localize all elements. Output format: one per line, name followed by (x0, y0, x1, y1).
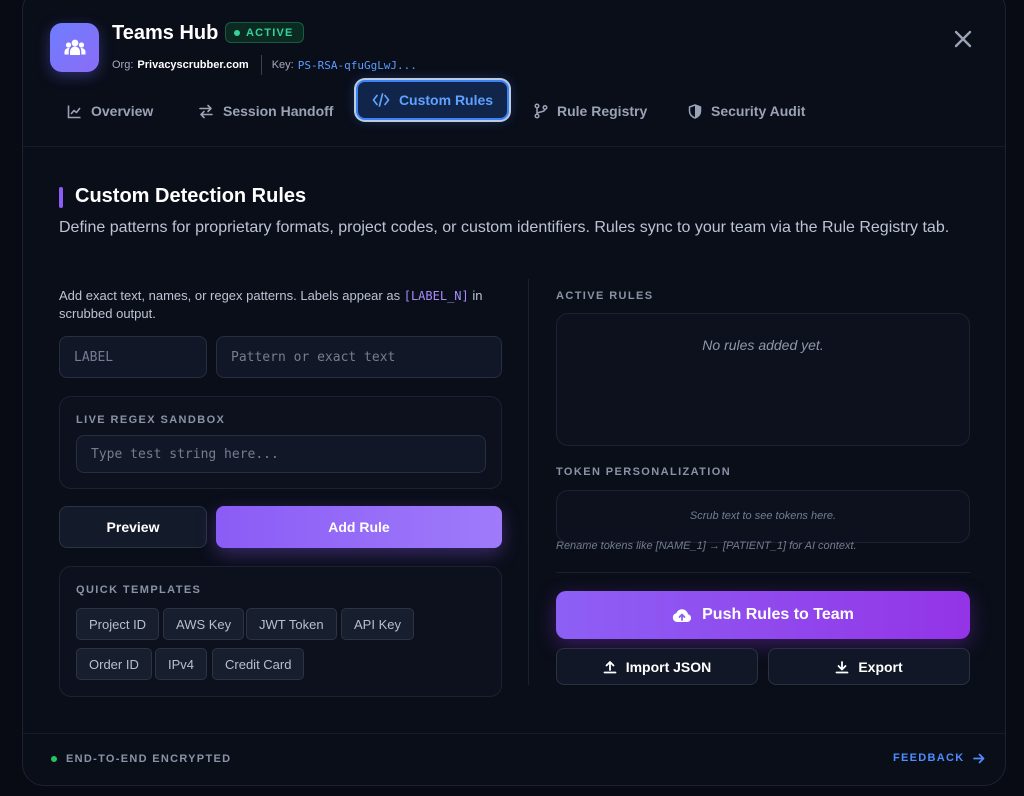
close-button[interactable] (951, 27, 975, 51)
preview-button[interactable]: Preview (59, 506, 207, 548)
encryption-status: END-TO-END ENCRYPTED (51, 753, 231, 765)
encryption-label: END-TO-END ENCRYPTED (66, 753, 232, 765)
code-icon (372, 93, 390, 107)
tab-custom-rules-label: Custom Rules (398, 92, 494, 108)
sandbox-title: LIVE REGEX SANDBOX (76, 414, 226, 426)
status-dot-icon (234, 29, 240, 36)
template-chip-order-id[interactable]: Order ID (76, 648, 152, 680)
org-value: Privacyscrubber.com (137, 59, 249, 71)
template-chip-project-id[interactable]: Project ID (76, 608, 160, 640)
preview-button-label: Preview (106, 519, 160, 535)
page-title: Teams Hub (112, 22, 219, 44)
status-badge-label: ACTIVE (246, 26, 294, 39)
token-personalization-title: TOKEN PERSONALIZATION (556, 466, 732, 478)
active-rules-title: ACTIVE RULES (556, 290, 654, 302)
token-empty-text: Scrub text to see tokens here. (689, 510, 837, 522)
token-personalization-panel: Scrub text to see tokens here. (556, 490, 970, 543)
template-chip-credit-card[interactable]: Credit Card (212, 648, 305, 680)
encryption-dot-icon (51, 756, 57, 762)
rule-pattern-input[interactable] (216, 336, 502, 378)
section-description: Define patterns for proprietary formats,… (59, 219, 950, 236)
tab-security-audit[interactable]: Security Audit (688, 91, 805, 131)
status-badge: ACTIVE (225, 22, 304, 43)
template-chip-api-key[interactable]: API Key (341, 608, 414, 640)
cloud-upload-icon (672, 609, 692, 622)
upload-icon (603, 660, 617, 673)
shield-icon (688, 103, 702, 119)
teams-hub-modal: Teams Hub ACTIVE Org: Privacyscrubber.co… (22, 0, 1006, 786)
quick-templates-panel: QUICK TEMPLATES Project ID AWS Key JWT T… (59, 566, 502, 697)
arrow-right-icon (972, 753, 984, 763)
feedback-label: FEEDBACK (893, 752, 965, 764)
export-button[interactable]: Export (768, 648, 970, 685)
right-divider (556, 572, 970, 573)
sandbox-test-input[interactable] (76, 435, 486, 473)
tabs-divider (23, 146, 1005, 147)
key-label: Key: (271, 59, 294, 71)
tab-rule-registry-label: Rule Registry (557, 103, 648, 119)
download-icon (835, 660, 849, 673)
push-rules-button-label: Push Rules to Team (702, 606, 854, 623)
tab-custom-rules[interactable]: Custom Rules (356, 80, 509, 120)
push-rules-button[interactable]: Push Rules to Team (556, 591, 970, 639)
active-rules-list: No rules added yet. (556, 313, 970, 446)
label-token-example: [LABEL_N] (403, 289, 469, 303)
header-meta: Org: Privacyscrubber.com Key: PS-RSA-qfu… (112, 55, 417, 75)
regex-sandbox-panel: LIVE REGEX SANDBOX (59, 396, 502, 489)
rule-help-text: Add exact text, names, or regex patterns… (59, 287, 507, 323)
tab-rule-registry[interactable]: Rule Registry (534, 91, 647, 131)
tab-overview[interactable]: Overview (67, 91, 153, 131)
swap-arrows-icon (199, 104, 213, 118)
section-accent-bar (59, 187, 63, 208)
tab-session-handoff-label: Session Handoff (223, 103, 334, 119)
org-label: Org: (112, 59, 134, 71)
git-branch-icon (534, 103, 548, 119)
add-rule-button[interactable]: Add Rule (216, 506, 502, 548)
help-text-before: Add exact text, names, or regex patterns… (59, 288, 401, 303)
export-label: Export (858, 658, 903, 675)
feedback-link[interactable]: FEEDBACK (893, 752, 985, 764)
import-json-button[interactable]: Import JSON (556, 648, 758, 685)
tab-security-audit-label: Security Audit (711, 103, 806, 119)
tab-overview-label: Overview (91, 103, 154, 119)
rule-label-input[interactable] (59, 336, 207, 378)
column-divider (528, 279, 529, 685)
meta-separator (260, 55, 262, 75)
tab-session-handoff[interactable]: Session Handoff (198, 91, 333, 131)
section-title: Custom Detection Rules (75, 185, 307, 207)
footer-divider (23, 733, 1005, 734)
template-chip-ipv4[interactable]: IPv4 (155, 648, 208, 680)
token-rename-note: Rename tokens like [NAME_1] → [PATIENT_1… (556, 540, 857, 552)
active-rules-empty-text: No rules added yet. (702, 337, 824, 353)
chart-line-icon (67, 105, 81, 118)
tab-bar: Overview Session Handoff Custom Rules Ru… (23, 80, 1005, 131)
template-chip-aws-key[interactable]: AWS Key (163, 608, 245, 640)
import-json-label: Import JSON (625, 658, 712, 675)
close-icon (954, 30, 972, 48)
key-value: PS-RSA-qfuGgLwJ... (297, 58, 417, 72)
users-icon (50, 23, 99, 72)
templates-title: QUICK TEMPLATES (76, 584, 202, 596)
add-rule-button-label: Add Rule (328, 519, 390, 535)
template-chip-jwt-token[interactable]: JWT Token (246, 608, 337, 640)
